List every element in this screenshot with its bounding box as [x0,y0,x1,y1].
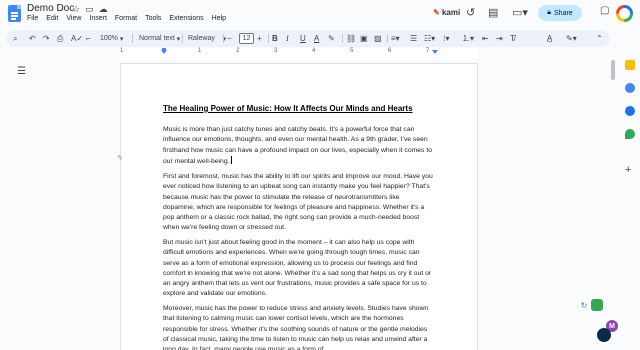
toolbar-divider [182,34,183,43]
outline-icon[interactable]: ☰ [17,66,26,77]
menu-insert[interactable]: Insert [89,15,107,22]
align-icon[interactable]: ≡▾ [391,32,400,45]
docs-logo-icon[interactable] [8,5,21,22]
ruler-number: 2 [236,48,240,54]
share-label: Share [554,9,573,17]
ruler-number: 1 [120,48,124,54]
spelling-suggest-icon[interactable]: A̲ [547,32,552,45]
star-icon[interactable]: ☆ [72,4,80,15]
lock-icon: 🔒︎ [547,9,552,16]
menu-format[interactable]: Format [115,15,137,22]
numbered-list-icon[interactable]: ⒈▾ [462,32,474,45]
font-select[interactable]: Raleway ▾ [188,32,226,45]
menu-bar: File Edit View Insert Format Tools Exten… [27,15,226,22]
share-button[interactable]: 🔒︎ Share [538,5,582,21]
line-spacing-icon[interactable]: ☰ [410,32,417,45]
undo-icon[interactable]: ↶ [29,32,36,45]
toolbar-divider [268,34,269,43]
ruler-number: 7 [426,48,430,54]
move-folder-icon[interactable]: ▭ [85,4,94,15]
collapse-icon[interactable]: ⌃ [596,32,603,45]
title-icons: ☆ ▭ ☁ [72,4,108,15]
link-icon[interactable]: ⛓ [346,32,356,45]
print-icon[interactable]: ⎙ [57,32,63,45]
contacts-icon[interactable] [625,106,635,116]
menu-edit[interactable]: Edit [46,15,58,22]
highlight-icon[interactable]: ✎ [328,32,335,45]
ruler-number: 3 [274,48,278,54]
ruler-number: 5 [350,48,354,54]
side-panel-rail: + [620,50,640,350]
clear-format-icon[interactable]: T̸ [510,32,515,45]
title-bar: Demo Doc ☆ ▭ ☁ File Edit View Insert For… [0,0,640,28]
redo-icon[interactable]: ↷ [43,32,50,45]
menu-help[interactable]: Help [212,15,226,22]
text-color-icon[interactable]: A [314,32,319,45]
kami-logo-icon: ✎ [433,8,440,17]
menu-file[interactable]: File [27,15,38,22]
scrollbar-thumb[interactable] [611,60,615,80]
indent-increase-icon[interactable]: ⇥ [496,32,503,45]
drag-handle-icon: ✎ [117,155,123,162]
formatting-toolbar: ⌕ ↶ ↷ ⎙ A✓ ⌐ 100% ▾ Normal text ▾ Ralewa… [6,30,610,47]
paragraph-2[interactable]: First and foremost, music has the abilit… [163,172,433,234]
history-icon[interactable]: ↺ [466,6,475,19]
text-cursor [230,155,232,164]
zoom-select[interactable]: 100% ▾ [100,32,123,45]
refresh-icon[interactable]: ↻ [578,299,590,311]
decrease-font-size-button[interactable]: − [227,32,232,45]
paragraph-1[interactable]: Music is more than just catchy tunes and… [163,125,433,167]
comment-icon[interactable]: ▤ [488,6,498,19]
toolbar-divider [342,34,343,43]
kami-label: kami [441,8,461,17]
checklist-icon[interactable]: ☷▾ [424,32,435,45]
ruler-number: 1 [198,48,202,54]
keep-icon[interactable] [625,60,635,70]
style-value: Normal text [139,35,175,42]
paragraph-4[interactable]: Moreover, music has the power to reduce … [163,304,433,350]
paragraph-3[interactable]: But music isn't just about feeling good … [163,238,433,300]
toolbar-divider [223,34,224,43]
indent-decrease-icon[interactable]: ⇤ [482,32,489,45]
zoom-value: 100% [100,35,118,42]
menu-tools[interactable]: Tools [145,15,161,22]
extension-square-icon[interactable]: ▢ [600,5,609,16]
google-docs-window: Demo Doc ☆ ▭ ☁ File Edit View Insert For… [0,0,640,350]
toolbar-divider [132,34,133,43]
italic-icon[interactable]: I [286,32,289,45]
style-select[interactable]: Normal text ▾ [139,32,180,45]
font-size-input[interactable]: 12 [239,33,254,44]
spellcheck-icon[interactable]: A✓ [71,32,83,45]
document-heading[interactable]: The Healing Power of Music: How It Affec… [163,104,413,113]
paint-format-icon[interactable]: ⌐ [86,32,91,45]
kami-extension-button[interactable]: ✎ kami [433,8,460,17]
horizontal-ruler[interactable]: 1 1 2 3 4 5 6 7 [120,48,478,58]
font-value: Raleway [188,35,215,42]
increase-font-size-button[interactable]: + [257,32,262,45]
edit-mode-icon[interactable]: ✎▾ [566,32,577,45]
bullet-list-icon[interactable]: ⁝▾ [443,32,450,45]
chat-fab-icon[interactable] [597,328,611,342]
menu-extensions[interactable]: Extensions [169,15,203,22]
cloud-status-icon[interactable]: ☁ [99,4,108,15]
toolbar-divider [387,34,388,43]
add-addon-icon[interactable]: + [625,165,635,176]
ruler-number: 4 [312,48,316,54]
document-title[interactable]: Demo Doc [27,3,74,14]
search-icon[interactable]: ⌕ [13,32,17,45]
video-call-icon[interactable]: ▭▾ [512,6,528,19]
maps-icon[interactable] [625,129,635,139]
image-icon[interactable]: ▨ [374,32,382,45]
underline-icon[interactable]: U [300,32,306,45]
add-comment-icon[interactable]: ▣ [360,32,368,45]
ruler-number: 6 [388,48,392,54]
bot-icon[interactable] [591,299,603,311]
ruler-ticks [161,48,438,54]
bold-icon[interactable]: B [272,32,278,45]
tasks-icon[interactable] [625,83,635,93]
account-avatar[interactable] [616,5,633,22]
paragraph-text: Music is more than just catchy tunes and… [163,126,432,165]
menu-view[interactable]: View [66,15,81,22]
